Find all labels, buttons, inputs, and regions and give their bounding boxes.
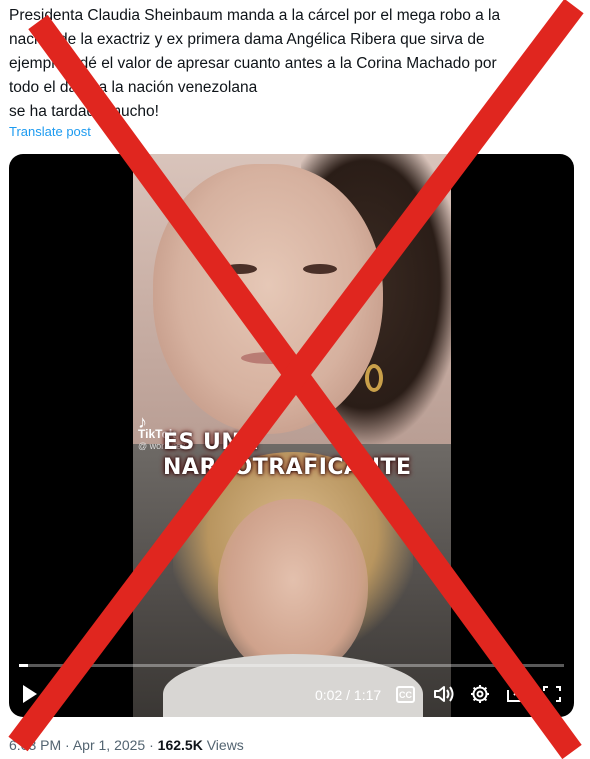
video-still-woman-bottom xyxy=(133,444,451,717)
video-frame[interactable]: ♪ TikTok @ worldnews ES UNA NARCOTRAFICA… xyxy=(133,154,451,717)
video-player[interactable]: ♪ TikTok @ worldnews ES UNA NARCOTRAFICA… xyxy=(9,154,574,717)
tweet-line: se ha tardado mucho! xyxy=(9,103,159,120)
video-still-woman-top xyxy=(133,154,451,444)
views-label: Views xyxy=(206,737,244,753)
tweet-text: Presidenta Claudia Sheinbaum manda a la … xyxy=(9,4,584,124)
settings-gear-icon[interactable] xyxy=(469,684,491,704)
picture-in-picture-icon[interactable] xyxy=(505,684,527,704)
video-time: 0:02 / 1:17 xyxy=(315,687,382,703)
video-progress-fill xyxy=(19,664,29,667)
tweet-meta: 6:03 PM · Apr 1, 2025 · 162.5K Views xyxy=(9,737,244,753)
meta-separator: · xyxy=(149,737,154,753)
tweet-line: ejemplo y dé el valor de apresar cuanto … xyxy=(9,55,497,72)
video-caption: ES UNA NARCOTRAFICANTE xyxy=(163,430,412,480)
post-time[interactable]: 6:03 PM xyxy=(9,737,61,753)
views-count: 162.5K xyxy=(157,737,203,753)
volume-icon[interactable] xyxy=(433,684,455,704)
video-controls: 0:02 / 1:17 CC xyxy=(9,679,574,709)
meta-separator: · xyxy=(65,737,70,753)
tweet-line: nación de la exactriz y ex primera dama … xyxy=(9,31,485,48)
play-icon[interactable] xyxy=(23,685,37,703)
fullscreen-icon[interactable] xyxy=(541,684,563,704)
post-date[interactable]: Apr 1, 2025 xyxy=(73,737,145,753)
translate-post-link[interactable]: Translate post xyxy=(9,124,91,139)
tweet-line: todo el daño a la nación venezolana xyxy=(9,79,258,96)
tweet-line: Presidenta Claudia Sheinbaum manda a la … xyxy=(9,7,501,24)
video-progress-bar[interactable] xyxy=(19,664,564,667)
closed-captions-icon[interactable]: CC xyxy=(396,686,415,703)
